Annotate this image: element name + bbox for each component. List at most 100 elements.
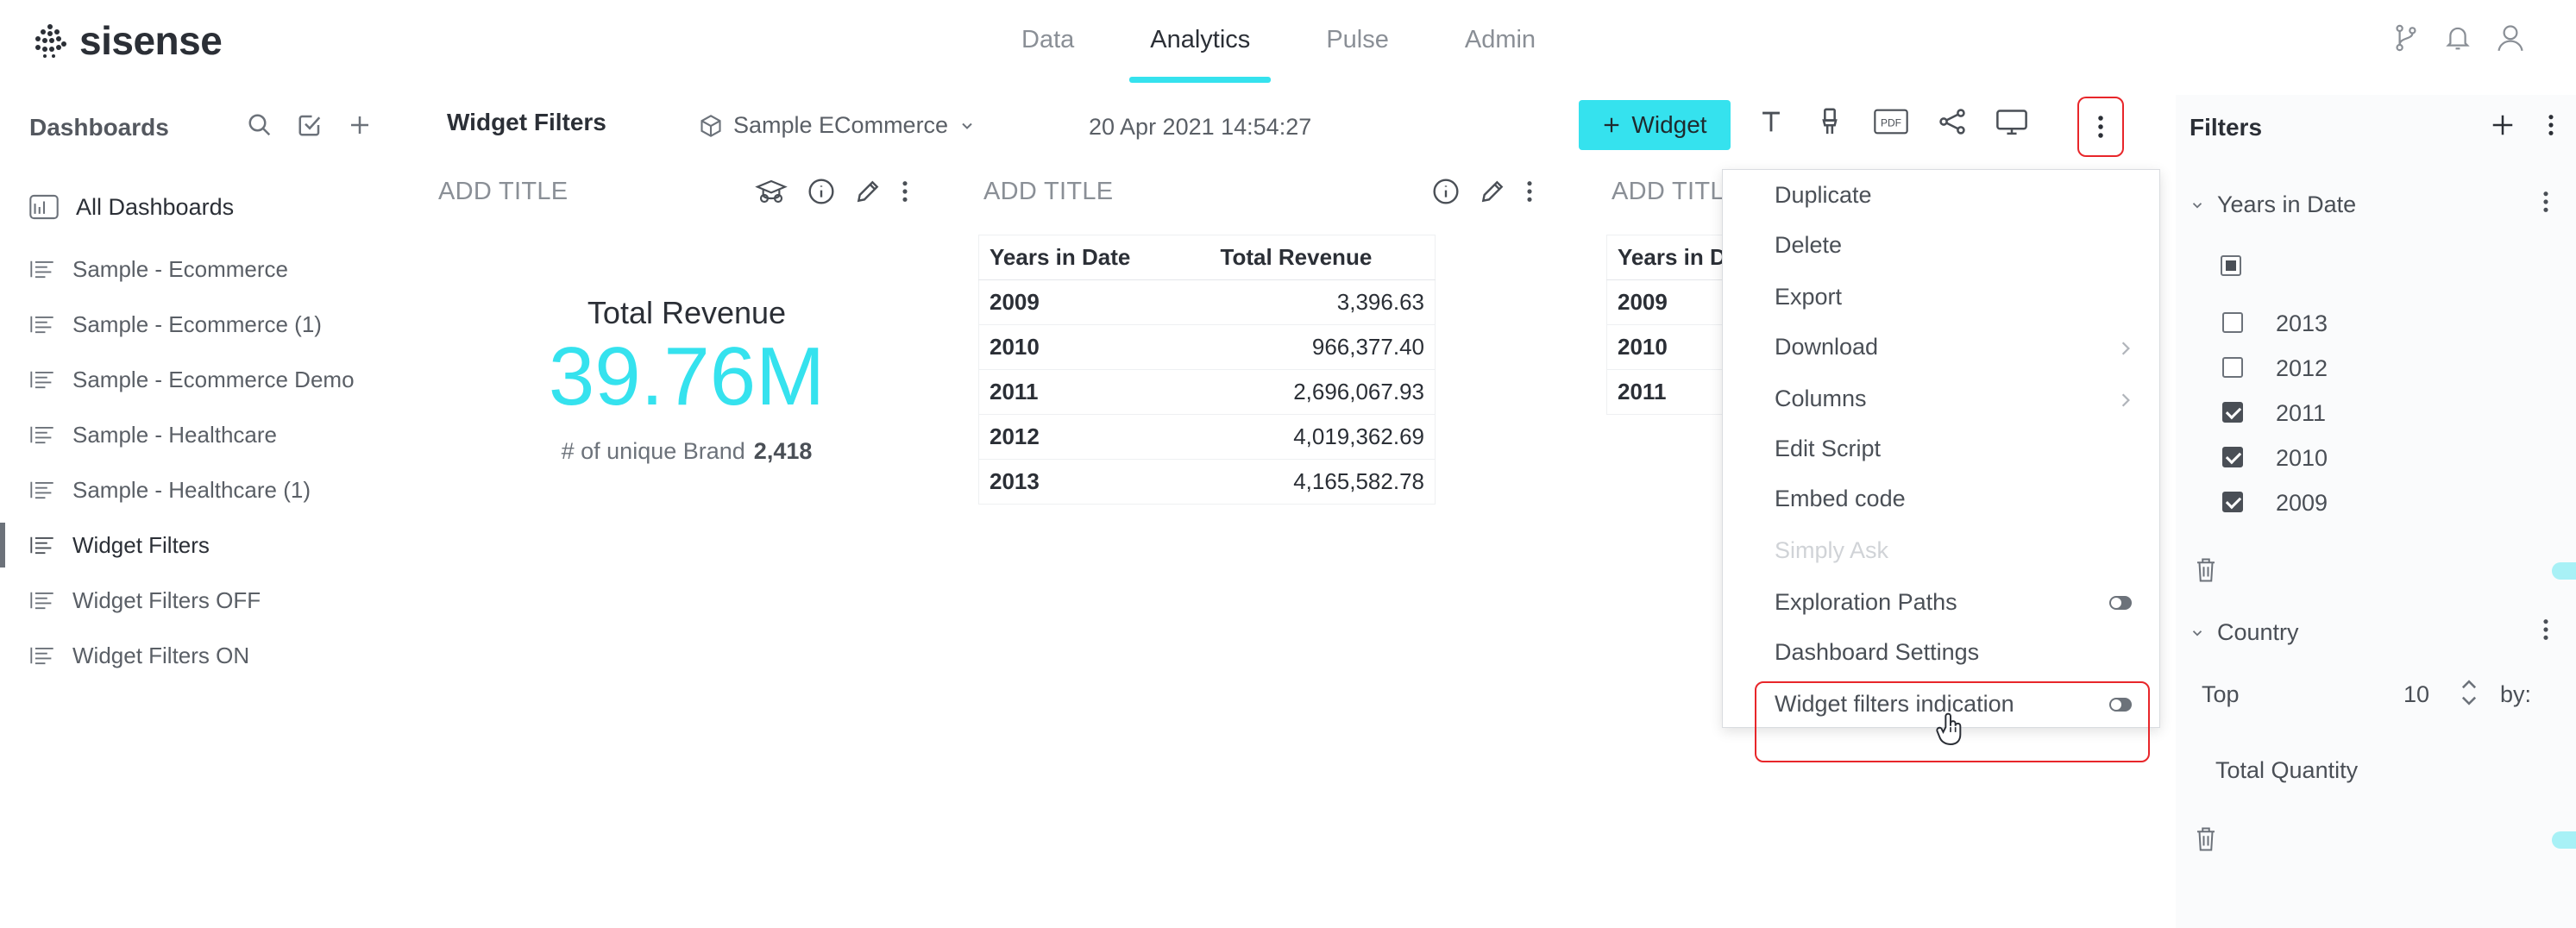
ranking-measure[interactable]: Total Quantity <box>2215 757 2358 784</box>
add-widget-button[interactable]: Widget <box>1579 100 1731 150</box>
filter-option-label: 2010 <box>2276 445 2328 471</box>
add-filter-icon[interactable] <box>2490 112 2516 138</box>
sidebar-item-dashboard[interactable]: Sample - Ecommerce <box>0 241 414 297</box>
filter-option-label: 2011 <box>2276 400 2327 426</box>
svg-text:PDF: PDF <box>1881 116 1901 129</box>
dashboards-actions <box>247 112 373 138</box>
sidebar-item-label: Sample - Healthcare (1) <box>72 476 311 503</box>
menu-item-edit-script[interactable]: Edit Script <box>1775 436 1881 462</box>
nav-pulse[interactable]: Pulse <box>1288 26 1427 81</box>
edit-pencil-icon[interactable] <box>1479 178 1506 205</box>
year-cell: 2012 <box>978 414 1210 460</box>
edit-pencil-icon[interactable] <box>854 178 882 205</box>
menu-item-label: Columns <box>1775 386 1867 411</box>
sidebar-item-all-dashboards[interactable]: All Dashboards <box>0 172 414 241</box>
revenue-cell: 2,696,067.93 <box>1209 369 1436 415</box>
info-icon[interactable] <box>807 178 835 205</box>
filter-checkbox[interactable] <box>2222 447 2243 467</box>
table-header-row: Years in Date Total Revenue <box>978 235 1436 280</box>
more-vertical-icon[interactable] <box>901 179 909 204</box>
sidebar-item-dashboard[interactable]: Widget Filters ON <box>0 628 414 683</box>
git-branch-icon[interactable] <box>2393 24 2419 52</box>
kpi-secondary-value: 2,418 <box>753 438 813 464</box>
revenue-cell: 4,019,362.69 <box>1209 414 1436 460</box>
kpi-value: 39.76M <box>548 330 826 423</box>
filter-enable-toggle[interactable] <box>2552 831 2576 849</box>
menu-item-export[interactable]: Export <box>1775 284 1842 310</box>
menu-item-duplicate[interactable]: Duplicate <box>1775 182 1872 209</box>
filter-checkbox[interactable] <box>2222 312 2243 333</box>
dashboard-more-button[interactable] <box>2077 97 2124 157</box>
select-all-checkbox[interactable] <box>2221 255 2241 276</box>
filter-group-title: Years in Date <box>2217 191 2357 217</box>
revenue-cell: 4,165,582.78 <box>1209 459 1436 505</box>
menu-item-columns[interactable]: Columns <box>1775 386 2140 412</box>
sisense-logo[interactable]: sisense <box>33 17 223 64</box>
sidebar-item-dashboard[interactable]: Sample - Ecommerce Demo <box>0 352 414 407</box>
dashboard-list-icon <box>30 536 53 555</box>
chevron-right-icon <box>2121 342 2130 355</box>
filter-enable-toggle[interactable] <box>2552 562 2576 580</box>
share-icon[interactable] <box>1938 107 1967 136</box>
dashboards-sidebar: All Dashboards Sample - Ecommerce Sample… <box>0 172 414 683</box>
checklist-icon[interactable] <box>297 112 323 138</box>
widget-title[interactable]: ADD TITLE <box>983 178 1113 206</box>
user-icon[interactable] <box>2497 24 2524 52</box>
menu-item-download[interactable]: Download <box>1775 334 2140 361</box>
info-icon[interactable] <box>1432 178 1460 205</box>
text-widget-icon[interactable] <box>1756 107 1786 136</box>
menu-item-embed-code[interactable]: Embed code <box>1775 486 1906 512</box>
nav-admin[interactable]: Admin <box>1427 26 1574 81</box>
nav-analytics[interactable]: Analytics <box>1112 26 1288 83</box>
column-header[interactable]: Years in Date <box>978 235 1210 280</box>
dashboard-list-icon <box>30 481 53 499</box>
explore-icon[interactable] <box>754 179 789 204</box>
sidebar-item-dashboard[interactable]: Widget Filters OFF <box>0 573 414 628</box>
filter-group-country[interactable]: Country <box>2190 619 2299 646</box>
sidebar-item-dashboard[interactable]: Sample - Healthcare <box>0 407 414 462</box>
sidebar-item-label: Widget Filters OFF <box>72 586 261 613</box>
filters-title: Filters <box>2190 114 2263 141</box>
trash-icon[interactable] <box>2195 826 2217 852</box>
filter-checkbox[interactable] <box>2222 402 2243 423</box>
dashboard-title[interactable]: Widget Filters <box>447 109 606 136</box>
menu-item-delete[interactable]: Delete <box>1775 232 1842 259</box>
filter-checkbox[interactable] <box>2222 492 2243 512</box>
menu-item-dashboard-settings[interactable]: Dashboard Settings <box>1775 639 1979 666</box>
widget-title[interactable]: ADD TITL <box>1612 178 1725 206</box>
cube-icon <box>701 114 721 137</box>
year-cell: 2013 <box>978 459 1210 505</box>
hand-cursor-icon <box>1936 712 1962 745</box>
sidebar-item-label: Widget Filters ON <box>72 642 250 668</box>
more-vertical-icon[interactable] <box>2541 190 2550 214</box>
sidebar-item-dashboard-active[interactable]: Widget Filters <box>0 517 414 573</box>
trash-icon[interactable] <box>2195 557 2217 583</box>
sidebar-item-dashboard[interactable]: Sample - Healthcare (1) <box>0 462 414 517</box>
pdf-export-icon[interactable]: PDF <box>1874 107 1908 136</box>
monitor-icon[interactable] <box>1996 107 2027 136</box>
search-icon[interactable] <box>247 112 273 138</box>
menu-item-exploration-paths[interactable]: Exploration Paths <box>1775 589 2140 616</box>
kpi-secondary-label: # of unique Brand <box>561 438 745 464</box>
filter-group-title: Country <box>2217 619 2299 645</box>
dashboard-list-icon <box>30 592 53 610</box>
filter-group-years[interactable]: Years in Date <box>2190 191 2356 218</box>
column-header[interactable]: Total Revenue <box>1209 235 1436 280</box>
exploration-paths-toggle[interactable] <box>2109 596 2132 610</box>
sidebar-item-dashboard[interactable]: Sample - Ecommerce (1) <box>0 297 414 352</box>
paint-brush-icon[interactable] <box>1815 107 1844 136</box>
filter-checkbox[interactable] <box>2222 357 2243 378</box>
add-dashboard-icon[interactable] <box>347 112 373 138</box>
filter-option-label: 2012 <box>2276 355 2328 381</box>
more-vertical-icon[interactable] <box>1525 179 1534 204</box>
widget-title[interactable]: ADD TITLE <box>438 178 568 206</box>
top-count-value[interactable]: 10 <box>2403 681 2429 708</box>
datasource-selector[interactable]: Sample ECommerce <box>699 112 976 139</box>
dashboard-context-menu: Duplicate Delete Export Download Columns… <box>1722 169 2160 728</box>
bell-icon[interactable] <box>2445 24 2471 52</box>
more-vertical-icon[interactable] <box>2541 618 2550 642</box>
stepper-icon[interactable] <box>2460 676 2478 709</box>
more-vertical-icon[interactable] <box>2547 113 2555 137</box>
dashboards-heading: Dashboards <box>29 114 169 141</box>
nav-data[interactable]: Data <box>983 26 1112 81</box>
